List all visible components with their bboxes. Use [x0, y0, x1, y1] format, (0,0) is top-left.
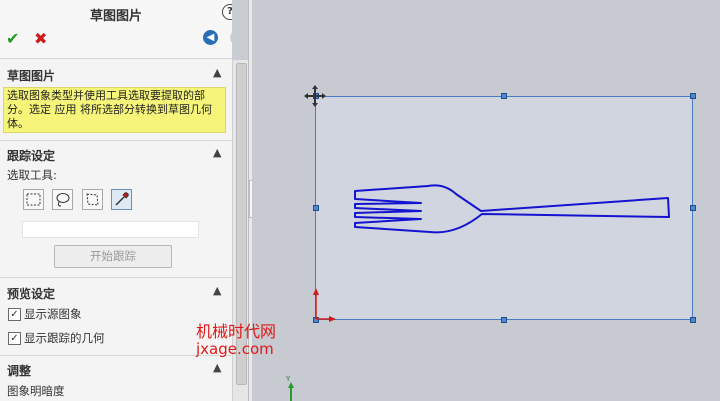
fork-outline-path: [354, 184, 670, 234]
axis-label-y: Y: [285, 375, 291, 383]
watermark-chinese: 机械时代网: [196, 322, 277, 341]
resize-handle-middle-right[interactable]: [690, 205, 696, 211]
resize-handle-top-middle[interactable]: [501, 93, 507, 99]
resize-handle-middle-left[interactable]: [313, 205, 319, 211]
sketch-origin-icon: [313, 288, 336, 322]
move-cursor-icon: [304, 85, 326, 107]
polygon-select-tool-button[interactable]: [82, 189, 103, 210]
select-tool-label: 选取工具:: [7, 168, 57, 182]
resize-handle-bottom-right[interactable]: [690, 317, 696, 323]
resize-handle-top-right[interactable]: [690, 93, 696, 99]
section-title-trace-settings: 跟踪设定: [7, 149, 56, 163]
show-source-image-label: 显示源图象: [24, 307, 82, 321]
color-picker-tool-button[interactable]: [111, 189, 132, 210]
watermark-url: jxage.com: [196, 340, 274, 358]
collapse-chevron-icon[interactable]: ▲: [213, 284, 221, 297]
show-traced-geometry-label: 显示跟踪的几何: [24, 331, 105, 345]
begin-trace-button[interactable]: 开始跟踪: [54, 245, 172, 268]
forward-arrow-icon[interactable]: ▶: [230, 30, 232, 45]
sketch-picture-frame[interactable]: [315, 96, 693, 320]
ok-checkmark-icon[interactable]: ✔: [6, 29, 19, 48]
cancel-x-icon[interactable]: ✖: [34, 29, 47, 48]
divider: [0, 277, 232, 278]
back-arrow-icon[interactable]: ◀: [203, 30, 218, 45]
section-title-adjust: 调整: [7, 364, 32, 378]
color-swatch-field[interactable]: [22, 221, 199, 238]
panel-header: 草图图片 ? ✔ ✖ ◀ ▶: [0, 0, 232, 59]
show-source-image-checkbox[interactable]: ✓: [8, 308, 21, 321]
help-icon[interactable]: ?: [222, 4, 232, 20]
collapse-chevron-icon[interactable]: ▲: [213, 66, 221, 79]
divider: [0, 140, 232, 141]
eyedropper-icon: [115, 192, 129, 206]
show-traced-geometry-checkbox[interactable]: ✓: [8, 332, 21, 345]
fork-traced-outline: [354, 184, 670, 234]
collapse-chevron-icon[interactable]: ▲: [213, 361, 221, 374]
section-title-sketch-picture: 草图图片: [7, 69, 56, 83]
collapse-chevron-icon[interactable]: ▲: [213, 146, 221, 159]
section-title-preview-settings: 预览设定: [7, 287, 56, 301]
image-brightness-label: 图象明暗度: [7, 384, 65, 398]
polygon-select-icon: [86, 193, 99, 206]
resize-handle-bottom-middle[interactable]: [501, 317, 507, 323]
view-axis-triad-icon: Y: [285, 375, 294, 401]
rectangle-select-tool-button[interactable]: [23, 189, 44, 210]
lasso-select-tool-button[interactable]: [52, 189, 73, 210]
page-title: 草图图片: [89, 9, 142, 24]
lasso-icon: [56, 193, 70, 207]
instruction-message: 选取图象类型并使用工具选取要提取的部分。选定 应用 将所选部分转换到草图几何体。: [3, 87, 226, 133]
rectangle-select-icon: [26, 193, 41, 206]
